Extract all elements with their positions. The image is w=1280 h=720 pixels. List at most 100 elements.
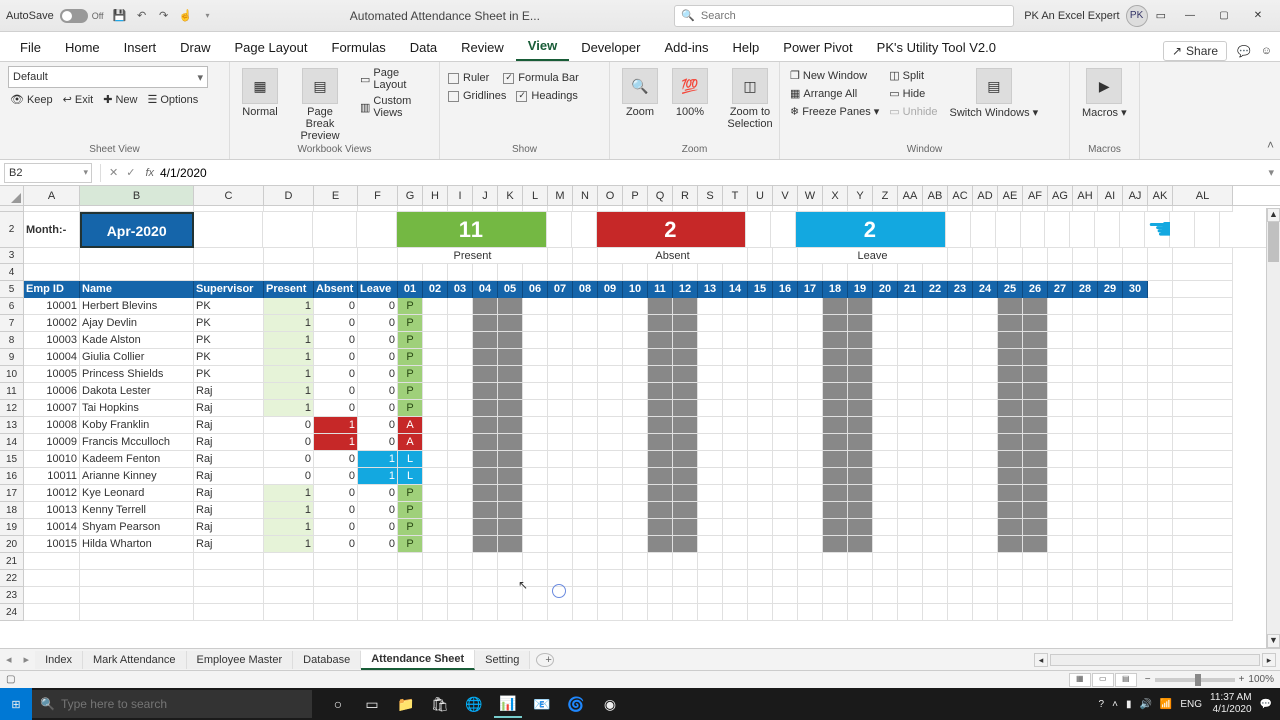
- cell[interactable]: [946, 212, 971, 248]
- cell[interactable]: [823, 383, 848, 400]
- cell[interactable]: [1048, 248, 1073, 264]
- cell[interactable]: [548, 604, 573, 621]
- day-header[interactable]: 24: [973, 281, 998, 298]
- cell[interactable]: [648, 400, 673, 417]
- cell[interactable]: [314, 553, 358, 570]
- cell[interactable]: [263, 212, 313, 248]
- cell[interactable]: [1098, 366, 1123, 383]
- store-icon[interactable]: 🛍: [426, 690, 454, 718]
- cell[interactable]: [898, 349, 923, 366]
- cell[interactable]: [723, 502, 748, 519]
- cell[interactable]: [80, 553, 194, 570]
- file-explorer-icon[interactable]: 📁: [392, 690, 420, 718]
- cell[interactable]: [823, 485, 848, 502]
- tab-add-ins[interactable]: Add-ins: [652, 34, 720, 61]
- cell[interactable]: [498, 451, 523, 468]
- cell[interactable]: [423, 434, 448, 451]
- sheet-tab[interactable]: Database: [293, 651, 361, 669]
- cell[interactable]: 10011: [24, 468, 80, 485]
- cell[interactable]: Princess Shields: [80, 366, 194, 383]
- cell[interactable]: [698, 536, 723, 553]
- cell[interactable]: [1048, 451, 1073, 468]
- tab-file[interactable]: File: [8, 34, 53, 61]
- cell[interactable]: [523, 604, 548, 621]
- cell[interactable]: [1073, 417, 1098, 434]
- app-icon[interactable]: ◉: [596, 690, 624, 718]
- page-break-view-icon[interactable]: ▤: [1115, 673, 1137, 687]
- cell[interactable]: [498, 383, 523, 400]
- cell[interactable]: [548, 417, 573, 434]
- cell[interactable]: [973, 536, 998, 553]
- cell[interactable]: [748, 502, 773, 519]
- cell[interactable]: [748, 264, 773, 281]
- cell[interactable]: [948, 366, 973, 383]
- cell[interactable]: [598, 519, 623, 536]
- cell[interactable]: [848, 315, 873, 332]
- cell[interactable]: [823, 332, 848, 349]
- cell[interactable]: [648, 383, 673, 400]
- cell[interactable]: [823, 570, 848, 587]
- cell[interactable]: [1073, 587, 1098, 604]
- cell[interactable]: [723, 400, 748, 417]
- cell[interactable]: [948, 502, 973, 519]
- cell[interactable]: [1123, 604, 1148, 621]
- column-header[interactable]: A: [24, 186, 80, 205]
- cell[interactable]: [848, 349, 873, 366]
- cell[interactable]: [473, 553, 498, 570]
- cell[interactable]: [648, 417, 673, 434]
- clock[interactable]: 11:37 AM 4/1/2020: [1210, 692, 1252, 716]
- cell[interactable]: [1098, 349, 1123, 366]
- column-header[interactable]: Q: [648, 186, 673, 205]
- cell[interactable]: [1021, 212, 1046, 248]
- cell[interactable]: [1098, 468, 1123, 485]
- cell[interactable]: [723, 332, 748, 349]
- cell[interactable]: [473, 332, 498, 349]
- cell[interactable]: [748, 298, 773, 315]
- cell[interactable]: [598, 349, 623, 366]
- sheet-view-dropdown[interactable]: Default: [8, 66, 208, 88]
- cell[interactable]: [1173, 315, 1233, 332]
- cell[interactable]: [1023, 332, 1048, 349]
- tab-pk-s-utility-tool-v2-0[interactable]: PK's Utility Tool V2.0: [865, 34, 1008, 61]
- cell[interactable]: [998, 315, 1023, 332]
- cell[interactable]: [973, 400, 998, 417]
- cell[interactable]: [673, 264, 698, 281]
- cell[interactable]: [823, 553, 848, 570]
- cell[interactable]: [498, 587, 523, 604]
- cell[interactable]: [923, 298, 948, 315]
- cell[interactable]: [973, 502, 998, 519]
- cell[interactable]: [498, 417, 523, 434]
- cell[interactable]: [523, 349, 548, 366]
- cell[interactable]: [973, 604, 998, 621]
- cell[interactable]: [648, 587, 673, 604]
- cell[interactable]: Apr-2020: [80, 212, 194, 248]
- cell[interactable]: [923, 604, 948, 621]
- column-header[interactable]: AA: [898, 186, 923, 205]
- cell[interactable]: 0: [358, 434, 398, 451]
- day-header[interactable]: 21: [898, 281, 923, 298]
- cell[interactable]: [773, 468, 798, 485]
- cell[interactable]: 0: [314, 400, 358, 417]
- cell[interactable]: [1148, 553, 1173, 570]
- cell[interactable]: [1173, 417, 1233, 434]
- cell[interactable]: [1173, 536, 1233, 553]
- cell[interactable]: [1123, 434, 1148, 451]
- cell[interactable]: Raj: [194, 451, 264, 468]
- user-account[interactable]: PK An Excel Expert PK: [1024, 5, 1147, 27]
- row-header[interactable]: 24: [0, 604, 24, 621]
- cell[interactable]: 10008: [24, 417, 80, 434]
- cell[interactable]: [923, 434, 948, 451]
- cell[interactable]: [673, 332, 698, 349]
- table-header[interactable]: Supervisor: [194, 281, 264, 298]
- cell[interactable]: 10010: [24, 451, 80, 468]
- spreadsheet-grid[interactable]: 2Month:-Apr-20201122☚3PresentAbsentLeave…: [0, 206, 1280, 621]
- cell[interactable]: [748, 519, 773, 536]
- cell[interactable]: [573, 315, 598, 332]
- cell[interactable]: [1073, 519, 1098, 536]
- comments-icon[interactable]: 💬: [1237, 45, 1251, 58]
- cell[interactable]: [1173, 298, 1233, 315]
- cell[interactable]: [548, 248, 573, 264]
- cell[interactable]: [1173, 264, 1233, 281]
- sheet-tab[interactable]: Index: [35, 651, 83, 669]
- fx-icon[interactable]: fx: [145, 167, 154, 179]
